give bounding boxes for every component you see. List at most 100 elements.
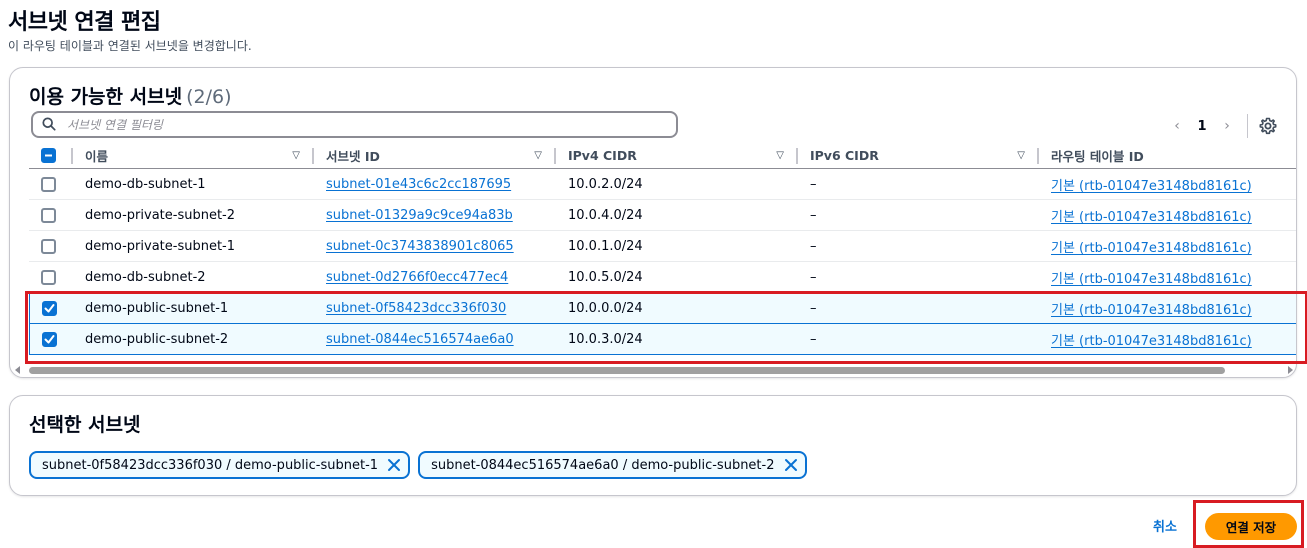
subnet-id-cell: subnet-01e43c6c2cc187695 — [314, 169, 556, 200]
subnet-name: demo-private-subnet-1 — [85, 238, 236, 254]
subnet-id-link[interactable]: subnet-0c3743838901c8065 — [326, 239, 514, 254]
row-checkbox-cell — [29, 262, 73, 293]
ipv6-cidr: – — [810, 207, 817, 223]
table-row[interactable]: demo-private-subnet-2 subnet-01329a9c9ce9… — [29, 200, 1296, 231]
table-row[interactable]: demo-public-subnet-1 subnet-0f58423dcc336… — [29, 293, 1296, 324]
column-label: IPv6 CIDR — [810, 147, 879, 163]
column-header-ipv4[interactable]: IPv4 CIDR ▽ — [556, 142, 798, 169]
route-table-link[interactable]: 기본 (rtb-01047e3148bd8161c) — [1051, 303, 1252, 318]
ipv6-cidr-cell: – — [798, 169, 1039, 200]
subnet-id-cell: subnet-0844ec516574ae6a0 — [314, 324, 556, 355]
subnet-id-cell: subnet-01329a9c9ce94a83b — [314, 200, 556, 231]
close-icon[interactable] — [783, 457, 799, 473]
column-header-subnet-id[interactable]: 서브넷 ID ▽ — [314, 142, 556, 169]
page-title: 서브넷 연결 편집 — [8, 10, 161, 35]
selected-subnet-token: subnet-0844ec516574ae6a0 / demo-public-s… — [418, 451, 807, 479]
table-row[interactable]: demo-public-subnet-2 subnet-0844ec516574a… — [29, 324, 1296, 355]
subnet-filter[interactable] — [31, 111, 678, 138]
ipv4-cidr-cell: 10.0.4.0/24 — [556, 200, 798, 231]
ipv6-cidr: – — [810, 269, 817, 285]
subnet-name: demo-public-subnet-2 — [85, 331, 229, 347]
pager-divider — [1247, 114, 1248, 138]
scroll-left-icon[interactable] — [15, 366, 20, 374]
filter-input[interactable] — [67, 115, 667, 134]
sort-down-icon[interactable]: ▽ — [1017, 150, 1025, 161]
column-label: 서브넷 ID — [326, 148, 380, 164]
ipv6-cidr-cell: – — [798, 231, 1039, 262]
ipv6-cidr: – — [810, 331, 817, 347]
selected-token-list: subnet-0f58423dcc336f030 / demo-public-s… — [29, 451, 807, 479]
subnet-name: demo-private-subnet-2 — [85, 207, 236, 223]
subnet-table: 이름 ▽ 서브넷 ID ▽ IPv4 CIDR ▽ IPv6 CIDR ▽ 라우팅 테이… — [29, 142, 1296, 355]
table-row[interactable]: demo-db-subnet-2 subnet-0d2766f0ecc477ec4… — [29, 262, 1296, 293]
subnet-name-cell: demo-private-subnet-1 — [73, 231, 314, 262]
row-checkbox-cell — [29, 293, 73, 324]
column-label: IPv4 CIDR — [568, 147, 637, 163]
route-table-link[interactable]: 기본 (rtb-01047e3148bd8161c) — [1051, 241, 1252, 256]
route-table-cell: 기본 (rtb-01047e3148bd8161c) — [1039, 324, 1296, 355]
selection-count: (2/6) — [186, 86, 232, 108]
ipv4-cidr-cell: 10.0.1.0/24 — [556, 231, 798, 262]
row-checkbox[interactable] — [41, 269, 56, 285]
token-label: subnet-0844ec516574ae6a0 / demo-public-s… — [431, 457, 775, 473]
subnet-id-link[interactable]: subnet-01e43c6c2cc187695 — [326, 177, 511, 192]
ipv4-cidr-cell: 10.0.0.0/24 — [556, 293, 798, 324]
ipv4-cidr-cell: 10.0.3.0/24 — [556, 324, 798, 355]
ipv4-cidr: 10.0.0.0/24 — [568, 301, 643, 316]
row-checkbox[interactable] — [41, 207, 56, 223]
subnet-name: demo-public-subnet-1 — [85, 301, 229, 316]
gear-icon[interactable] — [1258, 116, 1278, 136]
page-description: 이 라우팅 테이블과 연결된 서브넷을 변경합니다. — [8, 39, 252, 53]
row-checkbox-cell — [29, 231, 73, 262]
row-checkbox[interactable] — [41, 238, 56, 254]
select-all-cell — [29, 142, 73, 169]
row-checkbox-cell — [29, 200, 73, 231]
subnet-name-cell: demo-public-subnet-2 — [73, 324, 314, 355]
scroll-right-icon[interactable] — [1288, 366, 1293, 374]
subnet-id-link[interactable]: subnet-01329a9c9ce94a83b — [326, 208, 513, 223]
ipv4-cidr: 10.0.1.0/24 — [568, 238, 643, 254]
ipv4-cidr: 10.0.3.0/24 — [568, 331, 643, 347]
cancel-button[interactable]: 취소 — [1153, 516, 1177, 535]
ipv4-cidr: 10.0.4.0/24 — [568, 207, 643, 223]
subnet-name-cell: demo-public-subnet-1 — [73, 293, 314, 324]
route-table-cell: 기본 (rtb-01047e3148bd8161c) — [1039, 293, 1296, 324]
ipv6-cidr-cell: – — [798, 262, 1039, 293]
route-table-link[interactable]: 기본 (rtb-01047e3148bd8161c) — [1051, 210, 1252, 225]
sort-down-icon[interactable]: ▽ — [776, 150, 784, 161]
table-row[interactable]: demo-private-subnet-1 subnet-0c3743838901… — [29, 231, 1296, 262]
select-all-checkbox[interactable] — [41, 148, 56, 163]
row-checkbox[interactable] — [42, 301, 57, 316]
ipv6-cidr-cell: – — [798, 293, 1039, 324]
ipv6-cidr: – — [810, 301, 817, 316]
sort-down-icon[interactable]: ▽ — [534, 150, 542, 161]
row-checkbox[interactable] — [41, 176, 56, 192]
subnet-id-cell: subnet-0f58423dcc336f030 — [314, 293, 556, 324]
column-header-route-table[interactable]: 라우팅 테이블 ID — [1039, 142, 1296, 169]
selected-subnet-token: subnet-0f58423dcc336f030 / demo-public-s… — [29, 451, 411, 479]
chevron-left-icon[interactable]: ‹ — [1167, 116, 1187, 136]
table-header-row: 이름 ▽ 서브넷 ID ▽ IPv4 CIDR ▽ IPv6 CIDR ▽ 라우팅 테이… — [29, 142, 1296, 169]
subnet-id-link[interactable]: subnet-0f58423dcc336f030 — [326, 301, 506, 316]
route-table-link[interactable]: 기본 (rtb-01047e3148bd8161c) — [1051, 334, 1252, 349]
column-header-ipv6[interactable]: IPv6 CIDR ▽ — [798, 142, 1039, 169]
close-icon[interactable] — [386, 457, 402, 473]
row-checkbox[interactable] — [42, 331, 57, 347]
selected-subnets-panel: 선택한 서브넷 subnet-0f58423dcc336f030 / demo-… — [9, 395, 1297, 496]
page-number[interactable]: 1 — [1187, 119, 1217, 134]
chevron-right-icon[interactable]: › — [1217, 116, 1237, 136]
ipv4-cidr: 10.0.5.0/24 — [568, 269, 643, 285]
scrollbar-thumb[interactable] — [29, 367, 1225, 374]
subnet-id-link[interactable]: subnet-0d2766f0ecc477ec4 — [326, 270, 508, 285]
save-associations-button[interactable]: 연결 저장 — [1205, 513, 1297, 540]
column-label: 이름 — [85, 148, 109, 164]
subnet-id-link[interactable]: subnet-0844ec516574ae6a0 — [326, 332, 514, 347]
column-header-name[interactable]: 이름 ▽ — [73, 142, 314, 169]
sort-down-icon[interactable]: ▽ — [292, 150, 300, 161]
subnet-id-cell: subnet-0d2766f0ecc477ec4 — [314, 262, 556, 293]
table-row[interactable]: demo-db-subnet-1 subnet-01e43c6c2cc187695… — [29, 169, 1296, 200]
subnet-name-cell: demo-private-subnet-2 — [73, 200, 314, 231]
route-table-link[interactable]: 기본 (rtb-01047e3148bd8161c) — [1051, 272, 1252, 287]
horizontal-scrollbar[interactable] — [11, 366, 1296, 375]
route-table-link[interactable]: 기본 (rtb-01047e3148bd8161c) — [1051, 179, 1252, 194]
